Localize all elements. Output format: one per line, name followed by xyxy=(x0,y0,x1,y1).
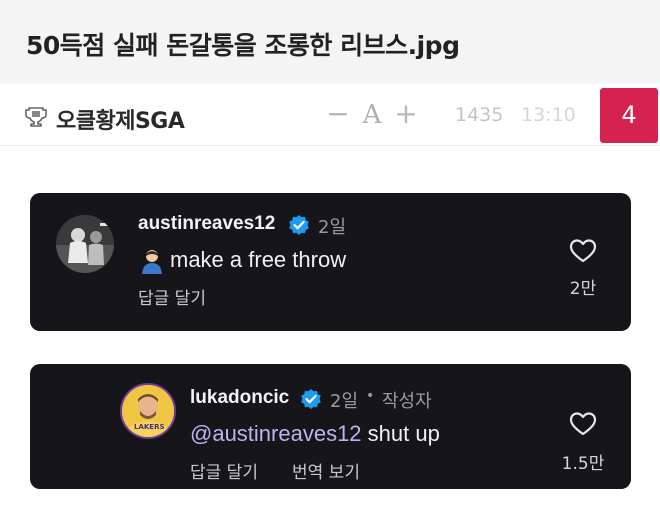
comment-text-body: shut up xyxy=(361,421,440,446)
comment-card: LAKERS lukadoncic 2일 • 작성자 @austinreaves… xyxy=(30,364,631,489)
comment-time: 2일 xyxy=(318,217,347,238)
verified-badge-icon xyxy=(301,389,321,409)
translate-button[interactable]: 번역 보기 xyxy=(292,458,360,483)
post-meta-bar: 오클황제SGA − A + 1435 13:10 xyxy=(0,84,660,146)
post-title: 50득점 실패 돈갈통을 조롱한 리브스.jpg xyxy=(26,31,460,60)
separator-dot: • xyxy=(366,388,375,404)
post-time: 13:10 xyxy=(521,104,576,126)
reply-button[interactable]: 답글 달기 xyxy=(138,284,206,309)
avatar-photo-icon xyxy=(56,215,114,273)
like-count: 2만 xyxy=(569,279,597,299)
like-count: 1.5만 xyxy=(561,454,605,474)
comment-username[interactable]: austinreaves12 xyxy=(138,213,275,235)
comment-text: make a free throw xyxy=(170,247,347,272)
mention-link[interactable]: @austinreaves12 xyxy=(190,421,362,446)
author-name[interactable]: 오클황제SGA xyxy=(56,103,185,135)
avatar[interactable] xyxy=(56,215,114,273)
author-tag: 작성자 xyxy=(382,391,432,412)
svg-text:LAKERS: LAKERS xyxy=(134,423,165,431)
comment-username[interactable]: lukadoncic xyxy=(190,387,289,409)
heart-icon[interactable] xyxy=(569,238,597,264)
person-emoji-icon xyxy=(142,250,162,274)
trophy-icon xyxy=(25,107,47,127)
view-count: 1435 xyxy=(455,104,504,126)
avatar[interactable]: LAKERS xyxy=(120,383,176,439)
reply-button[interactable]: 답글 달기 xyxy=(190,458,258,483)
comment-count-button[interactable]: 4 xyxy=(600,88,658,143)
comment-time: 2일 xyxy=(330,391,359,412)
font-increase-button[interactable]: + xyxy=(394,99,418,129)
verified-badge-icon xyxy=(289,215,309,235)
avatar-photo-icon: LAKERS xyxy=(122,385,174,437)
font-decrease-button[interactable]: − xyxy=(326,99,350,129)
comment-text: @austinreaves12 shut up xyxy=(190,421,440,447)
post-title-bar: 50득점 실패 돈갈통을 조롱한 리브스.jpg xyxy=(0,0,660,84)
comment-card: austinreaves12 2일 make a free throw 답글 달… xyxy=(30,193,631,331)
font-size-label: A xyxy=(362,100,382,130)
heart-icon[interactable] xyxy=(569,411,597,437)
